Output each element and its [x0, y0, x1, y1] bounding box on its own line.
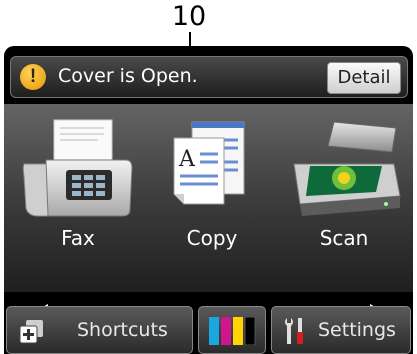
- copy-button[interactable]: A Copy: [152, 112, 272, 262]
- fax-label: Fax: [61, 226, 95, 250]
- warning-icon[interactable]: !: [20, 64, 46, 90]
- settings-label: Settings: [318, 319, 396, 341]
- settings-button[interactable]: Settings: [271, 306, 411, 354]
- scan-button[interactable]: Scan: [284, 112, 404, 262]
- shortcuts-button[interactable]: Shortcuts: [6, 306, 193, 354]
- home-screen: Fax A Copy Scan: [4, 104, 413, 336]
- detail-button[interactable]: Detail: [327, 62, 401, 94]
- bottom-bar: Shortcuts Settings: [4, 306, 413, 354]
- copy-label: Copy: [186, 226, 238, 250]
- status-bar: ! Cover is Open. Detail: [10, 56, 408, 98]
- callout-number: 10: [171, 1, 207, 32]
- scan-label: Scan: [319, 226, 369, 250]
- touchscreen: ! Cover is Open. Detail Fax A Copy Scan …: [4, 46, 413, 354]
- fax-machine-icon: [22, 119, 133, 217]
- shortcuts-icon: [19, 320, 43, 344]
- scanner-icon: [293, 121, 401, 216]
- shortcuts-label: Shortcuts: [77, 319, 168, 341]
- ink-button[interactable]: [198, 306, 266, 354]
- svg-text:A: A: [178, 147, 196, 172]
- tools-icon: [285, 318, 303, 344]
- copy-documents-icon: A: [173, 121, 245, 205]
- ink-cartridges-icon: [209, 317, 256, 345]
- fax-button[interactable]: Fax: [18, 112, 138, 262]
- status-message: Cover is Open.: [58, 65, 198, 87]
